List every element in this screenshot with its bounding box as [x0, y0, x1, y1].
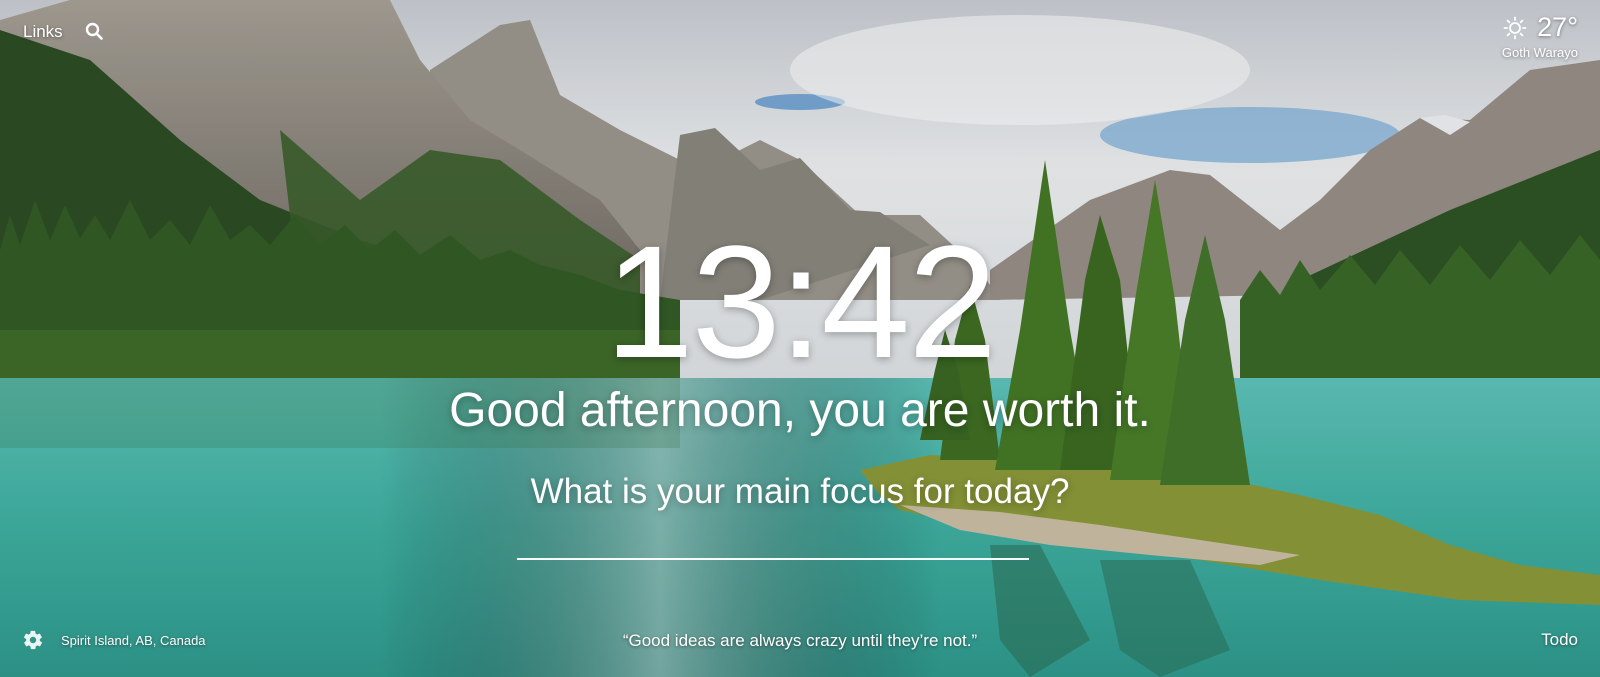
greeting: Good afternoon, you are worth it.	[449, 384, 1151, 437]
weather-location: Goth Warayo	[1501, 45, 1578, 60]
dashboard: Links 27° Goth Warayo 13:42 Good afterno…	[0, 0, 1600, 677]
daily-quote[interactable]: “Good ideas are always crazy until they’…	[0, 631, 1600, 651]
weather-widget[interactable]: 27° Goth Warayo	[1502, 12, 1578, 60]
weather-row: 27°	[1502, 12, 1578, 43]
sun-icon	[1503, 16, 1527, 40]
todo-button[interactable]: Todo	[1541, 630, 1578, 650]
links-button[interactable]: Links	[23, 22, 63, 42]
temperature: 27°	[1537, 12, 1578, 42]
focus-input[interactable]	[517, 518, 1029, 560]
clock[interactable]: 13:42	[0, 222, 1600, 382]
focus-question: What is your main focus for today?	[530, 472, 1070, 511]
search-icon[interactable]	[85, 22, 103, 40]
top-left-bar: Links	[23, 22, 103, 42]
